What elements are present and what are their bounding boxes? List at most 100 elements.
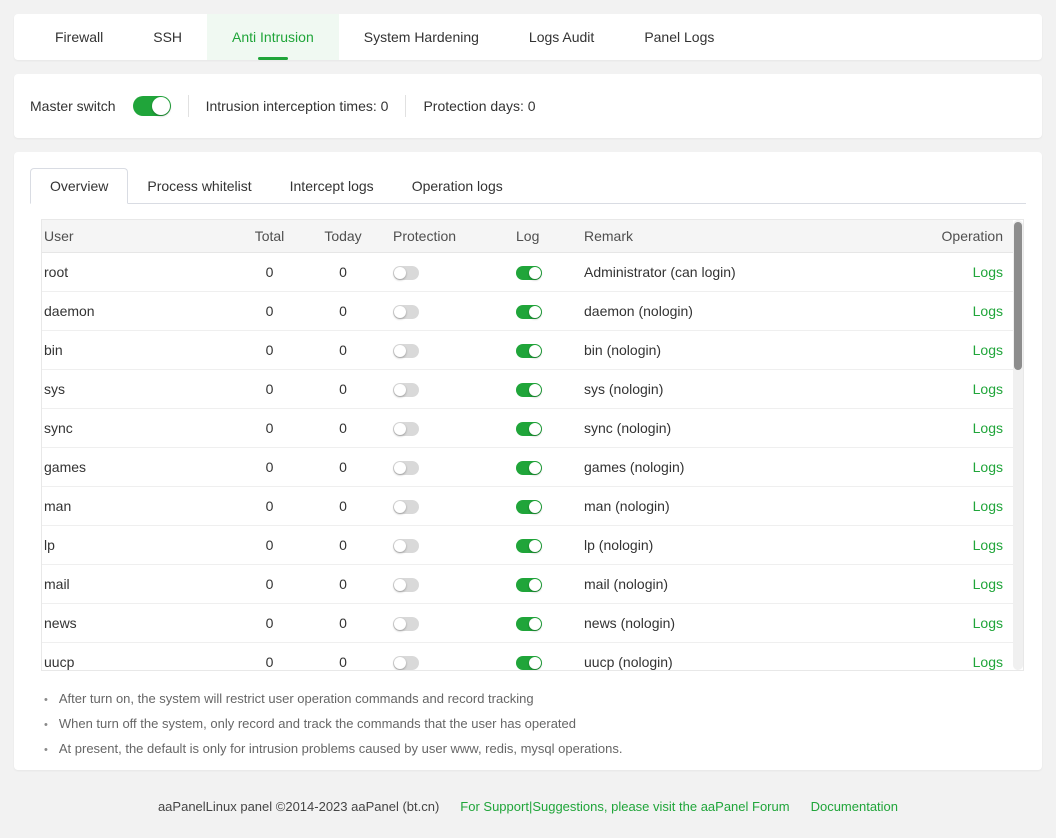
top-tab-ssh[interactable]: SSH [128, 14, 207, 60]
log-cell [516, 342, 584, 358]
log-toggle[interactable] [516, 500, 542, 514]
logs-link[interactable]: Logs [973, 654, 1003, 670]
protection-toggle[interactable] [393, 422, 419, 436]
top-tab-anti-intrusion[interactable]: Anti Intrusion [207, 14, 339, 60]
column-header-operation: Operation [921, 228, 1013, 244]
protection-cell [393, 420, 516, 436]
logs-link[interactable]: Logs [973, 576, 1003, 592]
support-forum-link[interactable]: For Support|Suggestions, please visit th… [460, 799, 789, 814]
user-cell: daemon [42, 303, 242, 319]
log-toggle[interactable] [516, 344, 542, 358]
tab-process-whitelist[interactable]: Process whitelist [128, 168, 270, 203]
log-toggle[interactable] [516, 305, 542, 319]
log-toggle[interactable] [516, 461, 542, 475]
documentation-link[interactable]: Documentation [811, 799, 898, 814]
protection-toggle[interactable] [393, 578, 419, 592]
logs-link[interactable]: Logs [973, 537, 1003, 553]
operation-cell: Logs [921, 654, 1013, 670]
protection-days-stat: Protection days: 0 [423, 98, 535, 114]
toggle-knob [394, 423, 406, 435]
protection-toggle[interactable] [393, 539, 419, 553]
total-cell: 0 [242, 654, 297, 670]
column-header-today: Today [316, 228, 370, 244]
tab-intercept-logs[interactable]: Intercept logs [271, 168, 393, 203]
protection-toggle[interactable] [393, 383, 419, 397]
today-cell: 0 [316, 303, 370, 319]
protection-toggle[interactable] [393, 500, 419, 514]
total-cell: 0 [242, 381, 297, 397]
user-cell: mail [42, 576, 242, 592]
log-toggle[interactable] [516, 539, 542, 553]
remark-cell: uucp (nologin) [584, 654, 921, 670]
notes-list: After turn on, the system will restrict … [44, 687, 1026, 762]
column-header-remark: Remark [584, 228, 921, 244]
stat-label: Protection days: [423, 98, 523, 114]
toggle-knob [394, 462, 406, 474]
total-cell: 0 [242, 615, 297, 631]
scrollbar-thumb[interactable] [1014, 222, 1022, 370]
total-cell: 0 [242, 342, 297, 358]
today-cell: 0 [316, 420, 370, 436]
anti-intrusion-panel: OverviewProcess whitelistIntercept logsO… [14, 152, 1042, 770]
toggle-knob [529, 423, 541, 435]
log-toggle[interactable] [516, 578, 542, 592]
protection-cell [393, 342, 516, 358]
log-toggle[interactable] [516, 383, 542, 397]
log-toggle[interactable] [516, 617, 542, 631]
remark-cell: daemon (nologin) [584, 303, 921, 319]
log-cell [516, 654, 584, 670]
total-cell: 0 [242, 264, 297, 280]
table-scrollbar[interactable] [1013, 220, 1023, 670]
protection-toggle[interactable] [393, 656, 419, 670]
tab-overview[interactable]: Overview [30, 168, 128, 204]
toggle-knob [529, 384, 541, 396]
user-cell: sync [42, 420, 242, 436]
logs-link[interactable]: Logs [973, 420, 1003, 436]
logs-link[interactable]: Logs [973, 381, 1003, 397]
user-cell: lp [42, 537, 242, 553]
logs-link[interactable]: Logs [973, 459, 1003, 475]
remark-cell: lp (nologin) [584, 537, 921, 553]
note-item: After turn on, the system will restrict … [44, 687, 1026, 712]
logs-link[interactable]: Logs [973, 264, 1003, 280]
user-table: User Total Today Protection Log Remark O… [41, 219, 1024, 671]
toggle-knob [394, 345, 406, 357]
operation-cell: Logs [921, 459, 1013, 475]
remark-cell: mail (nologin) [584, 576, 921, 592]
remark-cell: news (nologin) [584, 615, 921, 631]
protection-toggle[interactable] [393, 617, 419, 631]
log-cell [516, 420, 584, 436]
today-cell: 0 [316, 576, 370, 592]
logs-link[interactable]: Logs [973, 342, 1003, 358]
top-tab-system-hardening[interactable]: System Hardening [339, 14, 504, 60]
user-cell: games [42, 459, 242, 475]
logs-link[interactable]: Logs [973, 498, 1003, 514]
logs-link[interactable]: Logs [973, 615, 1003, 631]
master-switch-toggle[interactable] [133, 96, 171, 116]
log-cell [516, 615, 584, 631]
tab-operation-logs[interactable]: Operation logs [393, 168, 522, 203]
logs-link[interactable]: Logs [973, 303, 1003, 319]
toggle-knob [394, 306, 406, 318]
protection-toggle[interactable] [393, 461, 419, 475]
stat-value: 0 [528, 98, 536, 114]
operation-cell: Logs [921, 420, 1013, 436]
toggle-knob [529, 579, 541, 591]
table-row: sync 0 0 sync (nologin) Logs [42, 409, 1013, 448]
total-cell: 0 [242, 303, 297, 319]
operation-cell: Logs [921, 576, 1013, 592]
protection-toggle[interactable] [393, 305, 419, 319]
log-toggle[interactable] [516, 422, 542, 436]
top-tab-logs-audit[interactable]: Logs Audit [504, 14, 619, 60]
anti-intrusion-page: FirewallSSHAnti IntrusionSystem Hardenin… [0, 0, 1056, 828]
protection-toggle[interactable] [393, 344, 419, 358]
log-toggle[interactable] [516, 656, 542, 670]
protection-toggle[interactable] [393, 266, 419, 280]
table-header-row: User Total Today Protection Log Remark O… [42, 220, 1013, 253]
remark-cell: sys (nologin) [584, 381, 921, 397]
toggle-knob [394, 267, 406, 279]
log-toggle[interactable] [516, 266, 542, 280]
top-tab-panel-logs[interactable]: Panel Logs [619, 14, 739, 60]
copyright-text: aaPanelLinux panel ©2014-2023 aaPanel (b… [158, 799, 439, 814]
top-tab-firewall[interactable]: Firewall [30, 14, 128, 60]
